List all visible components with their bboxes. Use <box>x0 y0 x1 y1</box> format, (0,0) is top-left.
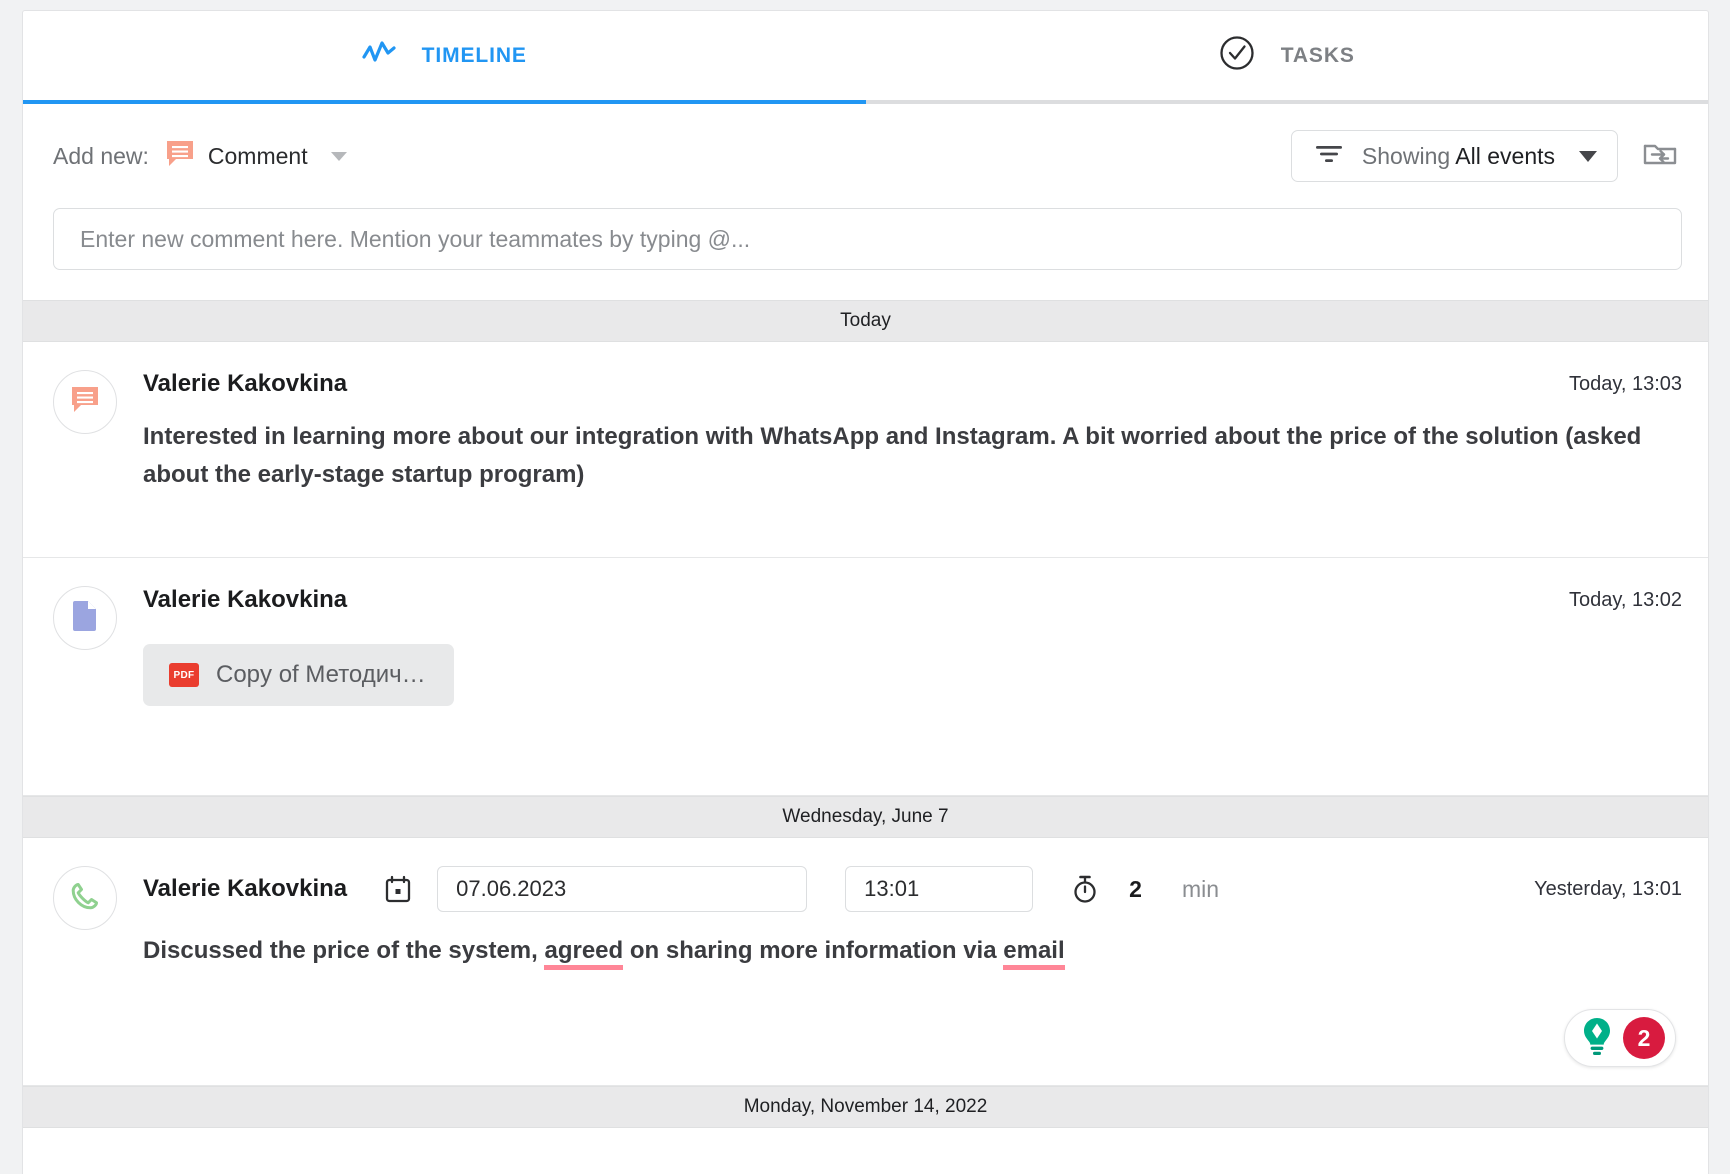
active-tab-indicator <box>23 100 866 104</box>
call-note-part-a: Discussed the price of the system, <box>143 937 544 964</box>
add-new-type-selector[interactable]: Comment <box>165 139 347 174</box>
avatar <box>53 586 117 650</box>
timeline-panel: TIMELINE TASKS Add new: <box>22 10 1709 1174</box>
event-timestamp: Today, 13:03 <box>1549 373 1682 396</box>
timeline-toolbar: Add new: Comment <box>23 104 1708 208</box>
lightbulb-icon <box>1577 1014 1617 1063</box>
event-header: Valerie Kakovkina Today, 13:02 <box>143 586 1682 614</box>
event-body: Valerie Kakovkina Today, 13:02 PDF Copy … <box>143 586 1682 767</box>
events-filter-button[interactable]: Showing All events <box>1291 130 1618 182</box>
day-separator-label: Today <box>840 310 891 332</box>
event-body: Valerie Kakovkina Today, 13:03 Intereste… <box>143 370 1682 529</box>
day-separator-label: Monday, November 14, 2022 <box>744 1096 988 1118</box>
timeline-icon <box>362 40 396 71</box>
timeline-event-call[interactable]: Valerie Kakovkina <box>23 838 1708 1086</box>
toolbar-right-group: Showing All events <box>1291 130 1682 182</box>
add-new-label: Add new: <box>53 143 149 170</box>
tab-bar: TIMELINE TASKS <box>23 11 1708 104</box>
event-author: Valerie Kakovkina <box>143 586 347 614</box>
filter-icon <box>1314 143 1344 170</box>
timeline-event-comment[interactable]: Valerie Kakovkina Today, 13:03 Intereste… <box>23 342 1708 558</box>
event-timestamp: Yesterday, 13:01 <box>1514 878 1682 901</box>
filter-value: All events <box>1455 143 1555 169</box>
collapse-rows-button[interactable] <box>1638 134 1682 178</box>
comment-icon <box>165 139 195 174</box>
event-timestamp: Today, 13:02 <box>1549 589 1682 612</box>
day-separator-nov14: Monday, November 14, 2022 <box>23 1086 1708 1128</box>
call-time-input[interactable] <box>845 866 1033 912</box>
filter-prefix: Showing <box>1362 143 1455 169</box>
comment-composer-area <box>23 208 1708 300</box>
file-name: Copy of Методич… <box>216 661 426 689</box>
call-date-input[interactable] <box>437 866 807 912</box>
event-author: Valerie Kakovkina <box>143 370 347 398</box>
tab-tasks-label: TASKS <box>1281 44 1355 68</box>
event-body: Valerie Kakovkina <box>143 866 1682 1057</box>
document-icon <box>72 600 98 637</box>
comment-icon <box>70 385 100 420</box>
call-duration-unit: min <box>1182 876 1219 903</box>
tab-timeline-label: TIMELINE <box>422 44 527 68</box>
day-separator-label: Wednesday, June 7 <box>782 806 948 828</box>
event-author: Valerie Kakovkina <box>143 875 347 903</box>
chevron-down-icon <box>331 152 347 161</box>
call-note-part-b: on sharing more information via <box>623 937 1003 964</box>
call-note-text: Discussed the price of the system, agree… <box>143 932 1682 970</box>
call-duration-value: 2 <box>1129 876 1142 903</box>
filter-status-text: Showing All events <box>1362 143 1555 170</box>
assistant-suggestions-pill[interactable]: 2 <box>1564 1009 1676 1067</box>
call-note-highlight-email: email <box>1003 937 1064 970</box>
timeline-event-file[interactable]: Valerie Kakovkina Today, 13:02 PDF Copy … <box>23 558 1708 796</box>
day-separator-june7: Wednesday, June 7 <box>23 796 1708 838</box>
assistant-count-badge: 2 <box>1623 1017 1665 1059</box>
comment-text: Interested in learning more about our in… <box>143 418 1682 495</box>
avatar <box>53 370 117 434</box>
check-circle-icon <box>1219 35 1255 76</box>
tab-timeline[interactable]: TIMELINE <box>23 11 866 100</box>
call-note-highlight-agreed: agreed <box>544 937 623 970</box>
add-new-type-label: Comment <box>208 143 308 170</box>
pdf-file-icon: PDF <box>169 663 199 687</box>
file-attachment-chip[interactable]: PDF Copy of Методич… <box>143 644 454 706</box>
new-comment-input[interactable] <box>53 208 1682 270</box>
day-separator-today: Today <box>23 300 1708 342</box>
calendar-icon <box>385 875 411 903</box>
stopwatch-icon <box>1071 874 1099 904</box>
event-header: Valerie Kakovkina <box>143 866 1682 912</box>
collapse-rows-icon <box>1642 139 1678 174</box>
tab-tasks[interactable]: TASKS <box>866 11 1709 100</box>
chevron-down-icon <box>1579 151 1597 162</box>
avatar <box>53 866 117 930</box>
phone-icon <box>70 881 100 916</box>
event-header: Valerie Kakovkina Today, 13:03 <box>143 370 1682 398</box>
